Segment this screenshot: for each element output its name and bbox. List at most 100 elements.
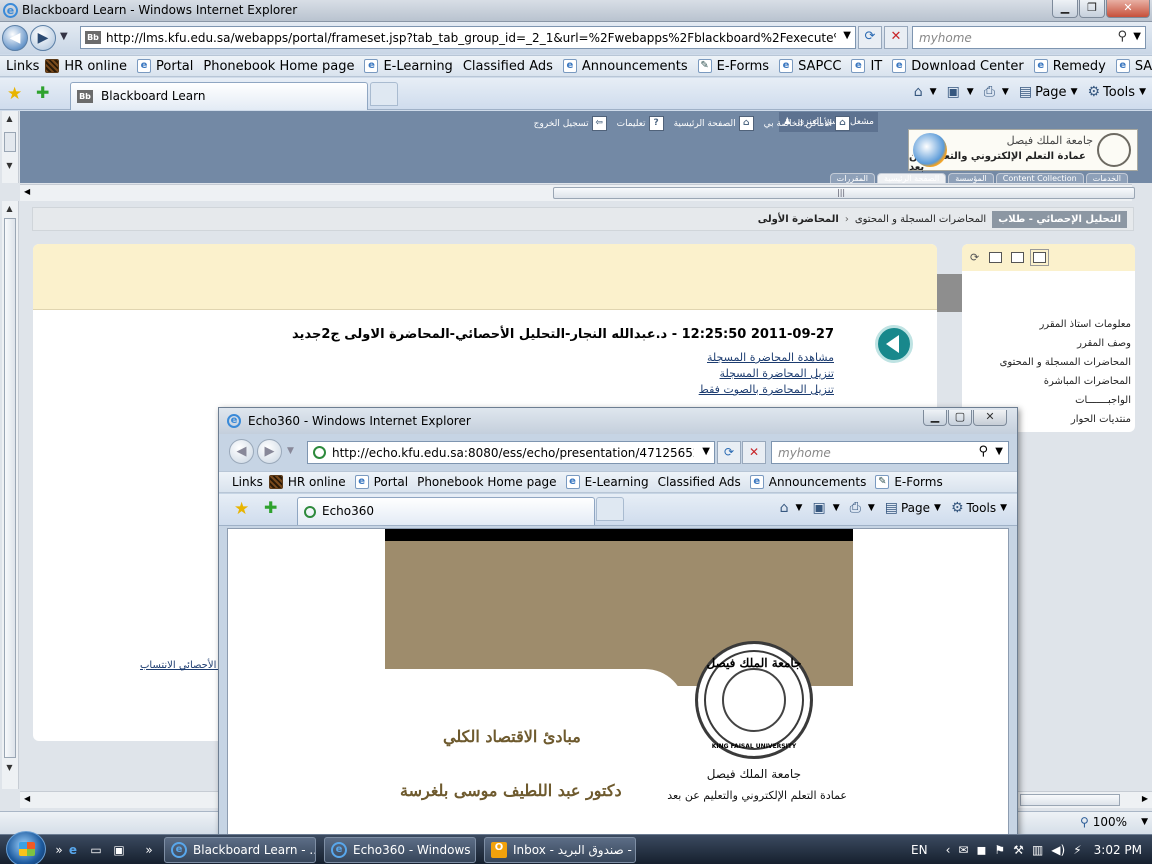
menu-item-discussion-forums[interactable]: منتديات الحوار [1000,410,1131,429]
address-url[interactable]: http://echo.kfu.edu.sa:8080/ess/echo/pre… [332,446,694,460]
logout-link[interactable]: ⇦ تسجيل الخروج [534,116,607,131]
new-tab-button[interactable] [370,82,398,106]
page-menu[interactable]: ▤ Page ▼ [885,500,941,516]
download-audio-only-link[interactable]: تنزيل المحاضرة بالصوت فقط [699,382,834,398]
link-e-learning[interactable]: e E-Learning [364,59,453,74]
home-page-link[interactable]: ⌂ الصفحة الرئيسية [674,116,754,131]
scroll-down-icon[interactable]: ▼ [2,760,17,775]
tab-content-collection[interactable]: Content Collection [995,173,1084,183]
forward-button[interactable]: ▶ [30,25,56,51]
link-e-forms[interactable]: ✎ E-Forms [697,59,769,74]
list-view-icon[interactable] [1030,249,1050,266]
refresh-icon[interactable]: ⟳ [970,251,979,264]
link-phonebook[interactable]: Phonebook Home page [417,475,556,489]
forward-button[interactable]: ▶ [257,439,282,464]
tab-home[interactable]: الصفحة الرئيسية [877,173,947,183]
taskbar-button-inbox[interactable]: OInbox - صندوق البريد - ... [484,837,636,863]
tools-menu[interactable]: ⚙ Tools ▼ [951,500,1007,516]
tray-expand-icon[interactable]: ‹ [946,843,951,857]
address-url[interactable]: http://lms.kfu.edu.sa/webapps/portal/fra… [106,31,836,45]
refresh-button[interactable]: ⟳ [858,26,882,49]
stop-button[interactable]: ✕ [884,26,908,49]
taskbar-chevron-icon[interactable]: » [140,841,158,859]
add-favorites-icon[interactable]: ✚ [36,83,49,102]
breadcrumb-course[interactable]: التحليل الإحصائي - طلاب [992,210,1127,228]
history-dropdown-icon[interactable]: ▼ [287,446,294,456]
link-it[interactable]: e IT [851,59,882,74]
scroll-thumb[interactable] [4,218,16,758]
start-button[interactable] [6,831,46,864]
address-bar[interactable]: Bb http://lms.kfu.edu.sa/webapps/portal/… [80,26,856,49]
menu-item-instructor-info[interactable]: معلومات استاذ المقرر [1000,315,1131,334]
back-arrow-icon[interactable] [875,325,913,363]
my-places-link[interactable]: ⌂ الأماكن الخاصة بي [764,116,850,131]
network-icon[interactable]: ▥ [1032,843,1043,857]
flag-icon[interactable]: ⚑ [994,843,1005,857]
print-button[interactable]: ⎙ ▼ [984,84,1009,100]
quicklaunch-ie-icon[interactable]: e [64,841,82,859]
link-hr-online[interactable]: HR online [268,475,346,489]
zoom-control[interactable]: ⚲ 100% ▼ [1080,815,1148,829]
breadcrumb-parent[interactable]: المحاضرات المسجلة و المحتوى [855,214,986,225]
menu-item-course-description[interactable]: وصف المقرر [1000,334,1131,353]
search-icon[interactable]: ⚲ [978,444,988,459]
new-tab-button[interactable] [596,497,624,521]
link-classified-ads[interactable]: Classified Ads [658,475,741,489]
page-menu[interactable]: ▤ Page ▼ [1019,84,1078,100]
search-input[interactable]: myhome ⚲ ▼ [771,441,1009,464]
content-scrollbar[interactable]: ▲ ▼ [2,201,19,789]
view-recorded-lecture-link[interactable]: مشاهدة المحاضرة المسجلة [699,350,834,366]
quicklaunch-desktop-icon[interactable]: ▭ [87,841,105,859]
search-dropdown-icon[interactable]: ▼ [1133,31,1141,42]
menu-item-live-lectures[interactable]: المحاضرات المباشرة [1000,372,1131,391]
link-announcements[interactable]: e Announcements [562,59,688,74]
link-e-learning[interactable]: e E-Learning [565,475,649,489]
minimize-button[interactable]: ▁ [1052,0,1078,18]
link-hr-online[interactable]: HR online [45,59,127,74]
link-e-forms[interactable]: ✎ E-Forms [875,475,943,489]
link-classified-ads[interactable]: Classified Ads [463,59,553,74]
address-dropdown-icon[interactable]: ▼ [843,30,851,41]
quicklaunch-switch-windows-icon[interactable]: ▣ [110,841,128,859]
search-dropdown-icon[interactable]: ▼ [995,446,1003,457]
refresh-button[interactable]: ⟳ [717,441,741,464]
help-link[interactable]: ? تعليمات [617,116,664,131]
tab-institution[interactable]: المؤسسة [948,173,994,183]
tab-courses[interactable]: المقررات [829,173,876,183]
link-portal[interactable]: e Portal [354,475,408,489]
scroll-right-icon[interactable]: ▶ [1142,794,1148,803]
header-frame-scrollbar[interactable]: ▲ ▼ [2,111,19,183]
scroll-up-icon[interactable]: ▲ [2,201,17,216]
back-button[interactable]: ◀ [2,25,28,51]
tab-services[interactable]: الخدمات [1085,173,1128,183]
folder-view-icon[interactable] [1011,252,1025,263]
link-phonebook[interactable]: Phonebook Home page [203,59,354,74]
address-dropdown-icon[interactable]: ▼ [702,446,710,457]
stop-button[interactable]: ✕ [742,441,766,464]
maximize-button[interactable]: ▢ [948,410,972,426]
link-remedy[interactable]: e Remedy [1033,59,1106,74]
download-recorded-lecture-link[interactable]: تنزيل المحاضرة المسجلة [699,366,834,382]
history-dropdown-icon[interactable]: ▼ [60,31,68,42]
mail-icon[interactable]: ✉ [958,843,968,857]
link-portal[interactable]: e Portal [137,59,193,74]
scroll-left-icon[interactable]: ◀ [24,187,30,196]
scroll-down-icon[interactable]: ▼ [2,158,17,173]
clock[interactable]: 3:02 PM [1094,843,1142,857]
menu-item-assignments[interactable]: الواجبـــــــات [1000,391,1131,410]
taskbar-button-echo360[interactable]: e Echo360 - Windows ... [324,837,476,863]
tab-echo360[interactable]: Echo360 [297,497,595,525]
lecture-slide[interactable]: جامعة الملك فيصل KING FAISAL UNIVERSITY … [385,529,853,836]
volume-icon[interactable]: ◀) [1051,843,1065,857]
search-input[interactable]: myhome ⚲ ▼ [912,26,1146,49]
language-indicator[interactable]: EN [911,843,928,857]
window-view-icon[interactable] [989,252,1003,263]
favorites-star-icon[interactable]: ★ [7,84,22,104]
zoom-dropdown-icon[interactable]: ▼ [1141,817,1148,827]
feeds-button[interactable]: ▣ ▼ [947,84,974,100]
minimize-button[interactable]: ▁ [923,410,947,426]
back-button[interactable]: ◀ [229,439,254,464]
scroll-left-icon[interactable]: ◀ [24,794,30,803]
favorites-star-icon[interactable]: ★ [234,499,249,519]
search-icon[interactable]: ⚲ [1117,29,1127,44]
